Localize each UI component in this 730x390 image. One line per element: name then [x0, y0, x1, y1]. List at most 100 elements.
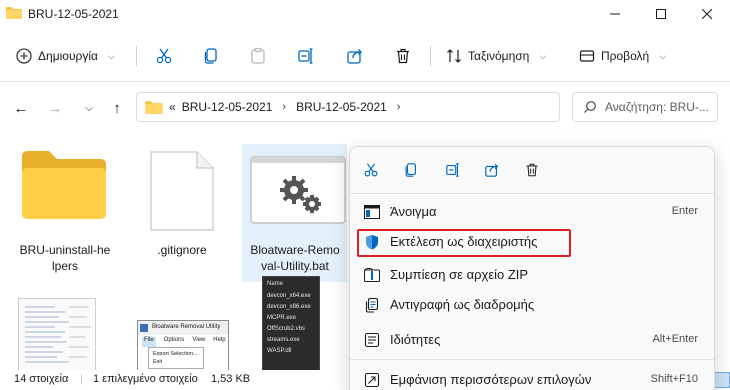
minimize-button[interactable] [592, 0, 638, 28]
thumbnail-screenshot[interactable] [18, 298, 96, 374]
context-copy-button[interactable] [400, 159, 422, 181]
copy-icon [405, 163, 417, 177]
forward-button[interactable]: → [42, 95, 68, 121]
copy-icon [204, 48, 217, 64]
folder-icon [6, 7, 22, 19]
item-count: 14 στοιχεία [14, 373, 69, 385]
paste-icon [251, 47, 265, 64]
properties-icon [364, 332, 380, 348]
chevron-down-icon: ⌵ [539, 50, 547, 61]
more-options-icon [364, 372, 380, 388]
minimize-icon [610, 13, 620, 15]
view-label: Προβολή [601, 49, 650, 63]
menu-item-copy-as-path[interactable]: Αντιγραφή ως διαδρομής [356, 292, 710, 318]
share-button[interactable] [343, 44, 367, 68]
selection-size: 1,53 KB [211, 373, 251, 385]
file-name: .gitignore [157, 243, 207, 257]
sort-icon [447, 49, 461, 63]
chevron-down-icon: ⌵ [659, 50, 667, 61]
folder-icon [22, 151, 106, 219]
arrow-up-icon: ↑ [113, 99, 121, 117]
search-icon [584, 101, 596, 113]
search-placeholder: Αναζήτηση: BRU-... [605, 100, 709, 114]
cut-button[interactable] [152, 44, 176, 68]
thumbnail-bloatware-window[interactable]: Bloatware Removal Utility File Options V… [137, 320, 229, 374]
context-menu: Άνοιγμα Enter Εκτέλεση ως διαχειριστής Σ… [349, 146, 715, 390]
rename-icon [298, 48, 313, 64]
recent-locations-button[interactable]: ⌵ [76, 95, 102, 121]
folder-icon [145, 101, 163, 114]
batch-file-icon [250, 156, 346, 224]
context-cut-button[interactable] [360, 159, 382, 181]
cut-icon [156, 48, 172, 64]
delete-icon [526, 163, 538, 177]
view-button[interactable]: Προβολή ⌵ [579, 42, 666, 70]
up-button[interactable]: ↑ [104, 95, 130, 121]
divider [430, 46, 431, 66]
window-title: BRU-12-05-2021 [28, 7, 119, 21]
zip-icon [364, 267, 380, 283]
copy-path-icon [364, 297, 380, 313]
thumb-column-header: Name [267, 281, 284, 287]
arrow-right-icon: → [47, 99, 63, 117]
copy-button[interactable] [199, 44, 223, 68]
highlight-box [357, 229, 571, 257]
menu-item-show-more-options[interactable]: Εμφάνιση περισσότερων επιλογών Shift+F10 [356, 367, 710, 390]
divider: | [80, 373, 83, 385]
rename-icon [446, 163, 459, 177]
maximize-icon [656, 9, 666, 19]
selection-count: 1 επιλεγμένο στοιχείο [93, 373, 198, 385]
context-delete-button[interactable] [521, 159, 543, 181]
add-icon [16, 48, 32, 64]
delete-icon [397, 48, 409, 64]
menu-item-properties[interactable]: Ιδιότητες Alt+Enter [356, 327, 710, 353]
app-icon [140, 324, 148, 332]
context-rename-button[interactable] [442, 159, 464, 181]
command-bar: Δημιουργία ⌵ Ταξινόμηση ⌵ Προβολή ⌵ [0, 30, 730, 82]
new-label: Δημιουργία [38, 49, 98, 63]
search-box[interactable]: Αναζήτηση: BRU-... [572, 92, 718, 122]
breadcrumb-item[interactable]: BRU-12-05-2021 [182, 100, 273, 114]
sort-label: Ταξινόμηση [468, 49, 530, 63]
chevron-down-icon: ⌵ [85, 102, 93, 114]
document-icon [150, 151, 214, 231]
breadcrumb-overflow[interactable]: « [169, 100, 176, 114]
menu-item-compress-zip[interactable]: Συμπίεση σε αρχείο ZIP [356, 262, 710, 288]
paste-button[interactable] [246, 44, 270, 68]
navigation-bar: ← → ⌵ ↑ « BRU-12-05-2021 › BRU-12-05-202… [0, 82, 730, 134]
chevron-right-icon[interactable]: › [397, 101, 401, 113]
back-button[interactable]: ← [8, 95, 34, 121]
chevron-right-icon[interactable]: › [282, 101, 286, 113]
breadcrumb-item[interactable]: BRU-12-05-2021 [296, 100, 387, 114]
address-bar[interactable]: « BRU-12-05-2021 › BRU-12-05-2021 › [136, 92, 560, 122]
open-icon [364, 204, 380, 220]
screenshot-thumbnail [19, 299, 95, 373]
context-share-button[interactable] [481, 159, 503, 181]
close-button[interactable] [684, 0, 730, 28]
maximize-button[interactable] [638, 0, 684, 28]
menu-item-open[interactable]: Άνοιγμα Enter [356, 199, 710, 225]
title-bar: BRU-12-05-2021 [0, 0, 730, 30]
chevron-down-icon: ⌵ [107, 50, 115, 61]
close-icon [702, 9, 712, 19]
share-icon [485, 163, 499, 177]
divider [136, 46, 137, 66]
rename-button[interactable] [294, 44, 318, 68]
share-icon [347, 49, 362, 64]
context-quick-actions [350, 147, 714, 193]
thumbnail-dark-explorer[interactable]: Name devcon_x64.exe devcon_x86.exe MCPR.… [262, 276, 320, 374]
delete-button[interactable] [391, 44, 415, 68]
thumb-menu: File Options View Help [138, 337, 228, 347]
arrow-left-icon: ← [13, 99, 29, 117]
divider [350, 193, 714, 194]
thumb-dropdown: Export Selection... Exit [148, 347, 204, 369]
cut-icon [364, 163, 378, 177]
thumb-window-title: Bloatware Removal Utility [138, 321, 228, 335]
view-icon [579, 50, 595, 62]
new-button[interactable]: Δημιουργία ⌵ [16, 42, 115, 70]
sort-button[interactable]: Ταξινόμηση ⌵ [446, 42, 546, 70]
file-name: Bloatware-Remo val-Utility.bat [250, 243, 340, 273]
thumb-file-list: devcon_x64.exe devcon_x86.exe MCPR.exe O… [267, 293, 311, 354]
file-name: BRU-uninstall-he lpers [19, 243, 111, 273]
divider [350, 359, 714, 360]
